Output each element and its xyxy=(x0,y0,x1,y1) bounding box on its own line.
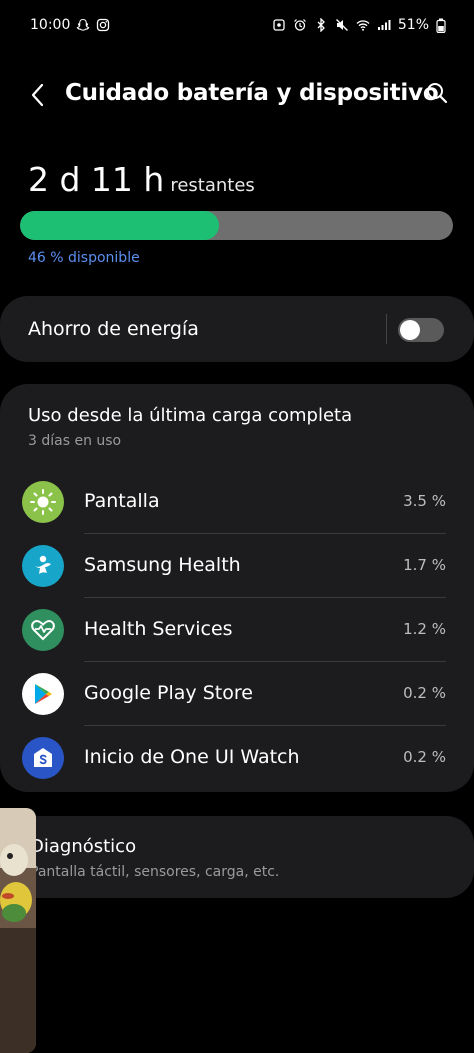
app-usage-row[interactable]: Google Play Store 0.2 % xyxy=(0,662,474,726)
app-usage-row[interactable]: Inicio de One UI Watch 0.2 % xyxy=(0,726,474,790)
google-play-icon xyxy=(22,673,64,715)
status-time: 10:00 xyxy=(30,17,71,33)
usage-card: Uso desde la última carga completa 3 día… xyxy=(0,384,474,792)
health-services-icon xyxy=(22,609,64,651)
diagnostics-subtitle: Pantalla táctil, sensores, carga, etc. xyxy=(30,864,280,880)
app-usage-percent: 3.5 % xyxy=(403,492,446,510)
bluetooth-icon xyxy=(317,18,325,32)
toggle-knob xyxy=(400,320,420,340)
battery-available-text: 46 % disponible xyxy=(28,250,140,266)
signal-icon xyxy=(377,20,391,30)
nfc-icon xyxy=(273,19,285,31)
status-bar: 10:00 51% xyxy=(0,0,474,56)
status-bar-right: 51% xyxy=(272,17,446,33)
diagnostics-card[interactable]: Diagnóstico Pantalla táctil, sensores, c… xyxy=(0,816,474,898)
app-usage-row[interactable]: Pantalla 3.5 % xyxy=(0,470,474,534)
app-usage-row[interactable]: Health Services 1.2 % xyxy=(0,598,474,662)
app-header: Cuidado batería y dispositivo xyxy=(0,70,474,122)
app-name: Pantalla xyxy=(84,490,160,512)
instagram-icon xyxy=(97,18,110,32)
remaining-time: 2 d 11 h xyxy=(28,160,165,199)
power-saving-label: Ahorro de energía xyxy=(28,318,199,340)
battery-level-bar xyxy=(20,211,453,240)
alarm-icon xyxy=(293,19,306,31)
app-name: Samsung Health xyxy=(84,554,241,576)
divider xyxy=(386,314,387,344)
app-name: Inicio de One UI Watch xyxy=(84,746,300,768)
one-ui-watch-icon xyxy=(22,737,64,779)
snapchat-icon xyxy=(76,18,90,31)
app-name: Health Services xyxy=(84,618,233,640)
app-usage-percent: 1.7 % xyxy=(403,556,446,574)
status-bar-left: 10:00 xyxy=(30,17,110,33)
app-usage-percent: 1.2 % xyxy=(403,620,446,638)
photo-image xyxy=(0,808,36,1053)
usage-subtitle: 3 días en uso xyxy=(28,433,122,449)
battery-remaining: 2 d 11 h restantes xyxy=(28,160,255,199)
page-title: Cuidado batería y dispositivo xyxy=(65,80,439,106)
mute-icon xyxy=(335,19,348,31)
search-icon[interactable] xyxy=(424,80,450,106)
app-usage-percent: 0.2 % xyxy=(403,748,446,766)
battery-percent: 51% xyxy=(397,17,429,33)
power-saving-toggle[interactable] xyxy=(398,318,444,342)
diagnostics-title: Diagnóstico xyxy=(30,836,137,857)
samsung-health-icon xyxy=(22,545,64,587)
battery-icon xyxy=(436,18,446,33)
display-brightness-icon xyxy=(22,481,64,523)
app-usage-percent: 0.2 % xyxy=(403,684,446,702)
app-usage-row[interactable]: Samsung Health 1.7 % xyxy=(0,534,474,598)
battery-level-fill xyxy=(20,211,220,240)
floating-photo-thumbnail[interactable] xyxy=(0,808,36,1053)
wifi-icon xyxy=(356,20,370,31)
app-name: Google Play Store xyxy=(84,682,253,704)
remaining-suffix: restantes xyxy=(170,175,255,196)
usage-title: Uso desde la última carga completa xyxy=(28,405,353,426)
back-arrow-icon[interactable] xyxy=(24,80,54,110)
